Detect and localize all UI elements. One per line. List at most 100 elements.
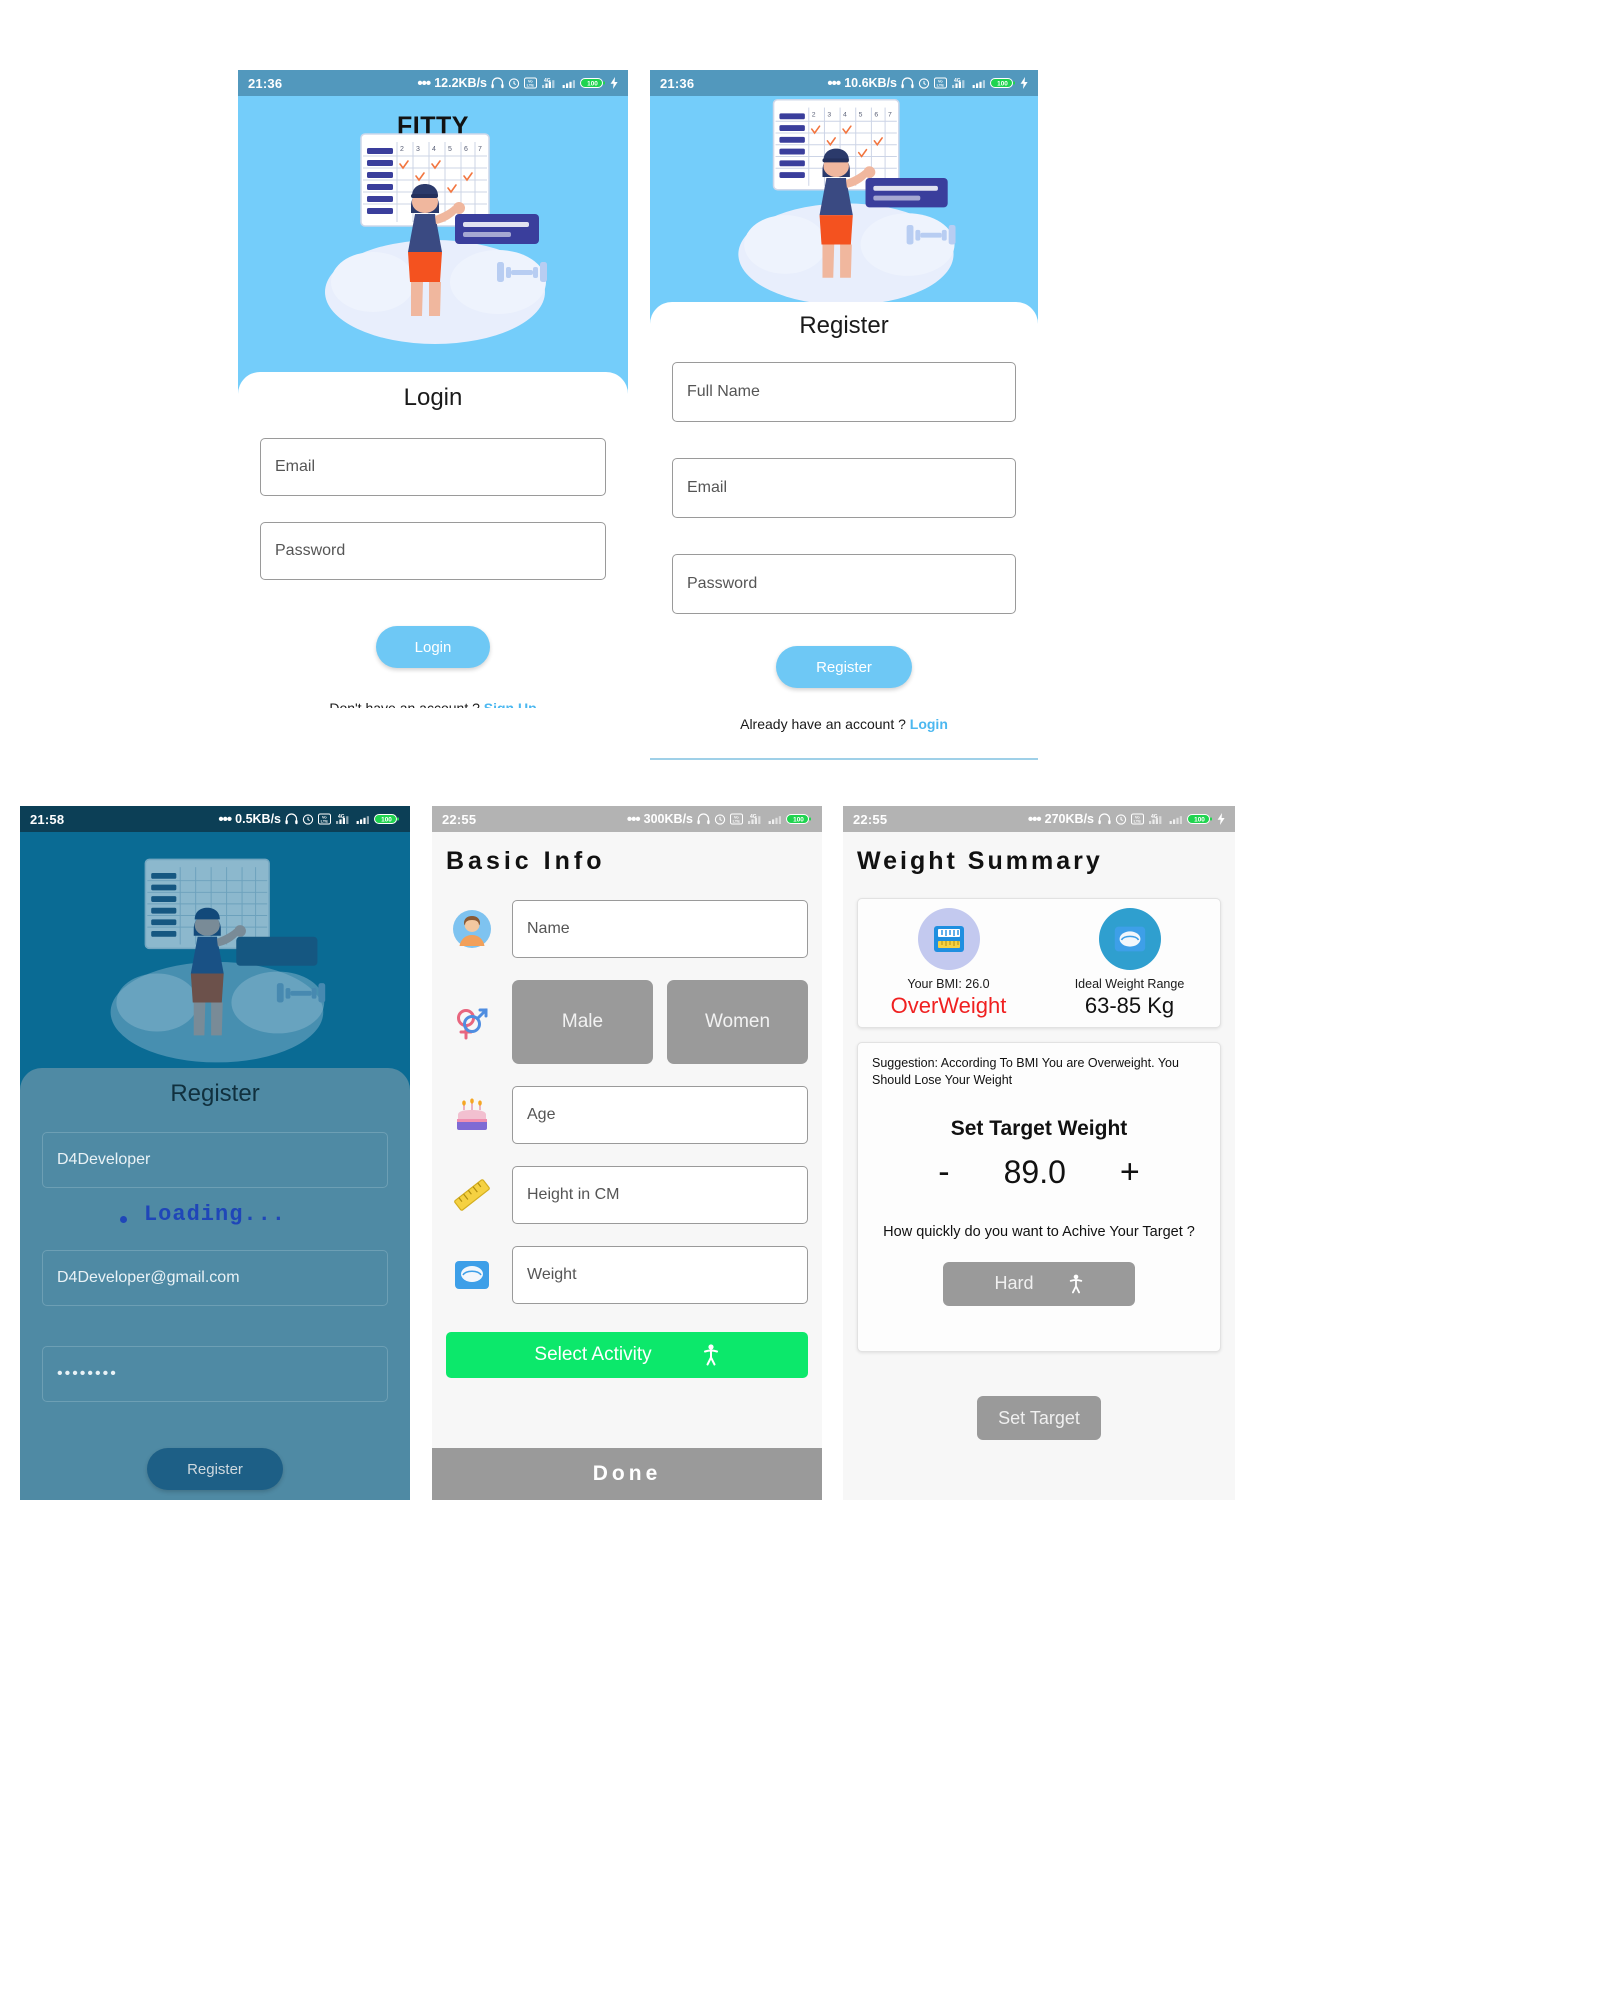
weight-scale-icon (1098, 907, 1161, 970)
svg-text:100: 100 (793, 817, 804, 824)
headphones-icon (901, 77, 914, 89)
login-link[interactable]: Login (910, 716, 948, 732)
done-button[interactable]: Done (432, 1448, 822, 1500)
height-input[interactable]: Height in CM (512, 1166, 808, 1224)
register-loading-hero-illustration (20, 832, 410, 1092)
login-button[interactable]: Login (376, 626, 490, 668)
page-title: Login (403, 384, 463, 411)
svg-text:2: 2 (400, 146, 404, 153)
alarm-clock-icon (918, 77, 930, 89)
weight-row: Weight (432, 1246, 822, 1304)
screenshot-collage: 21:36 ••• 12.2KB/s Vo LTE 4G 100 FITTY 2… (0, 0, 1600, 2000)
svg-text:100: 100 (997, 81, 1008, 88)
page-title: Register (170, 1080, 260, 1107)
status-dots-icon: ••• (626, 810, 641, 828)
age-input[interactable]: Age (512, 1086, 808, 1144)
headphones-icon (1098, 813, 1111, 825)
alarm-clock-icon (302, 813, 314, 825)
sign-up-link[interactable]: Sign Up (484, 700, 537, 708)
fullname-field[interactable]: D4Developer (42, 1132, 388, 1188)
signal-4g-icon: 4G (747, 813, 764, 825)
suggestion-text: Suggestion: According To BMI You are Ove… (872, 1056, 1179, 1087)
svg-text:LTE: LTE (733, 819, 741, 824)
fitness-chart-illustration: 2 3 4 5 6 7 (325, 133, 547, 344)
scale-icon (446, 1249, 498, 1301)
signal-4g-icon: 4G (541, 77, 558, 89)
svg-text:100: 100 (1194, 817, 1205, 824)
ideal-weight-caption: Ideal Weight Range (1074, 976, 1185, 991)
difficulty-selector-button[interactable]: Hard (943, 1261, 1135, 1306)
battery-icon: 100 (990, 77, 1016, 89)
status-bar: 22:55 ••• 270KB/s Vo LTE 4G 100 (843, 806, 1235, 832)
battery-icon: 100 (374, 813, 400, 825)
bmi-caption: Your BMI: 26.0 (907, 976, 990, 991)
charging-bolt-icon (1217, 813, 1225, 825)
status-dots-icon: ••• (417, 74, 431, 92)
age-row: Age (432, 1086, 822, 1144)
alarm-clock-icon (1115, 813, 1127, 825)
password-field[interactable]: Password (260, 522, 606, 580)
status-dots-icon: ••• (218, 810, 232, 828)
email-field[interactable]: Email (672, 458, 1016, 518)
increment-button[interactable]: + (1120, 1153, 1140, 1192)
gender-women-button[interactable]: Women (667, 980, 808, 1064)
signal-bars-icon (1169, 813, 1183, 825)
volte-icon: Vo LTE (1131, 813, 1144, 825)
svg-text:4: 4 (432, 146, 436, 153)
fitness-chart-illustration (110, 858, 326, 1063)
height-row: Height in CM (432, 1166, 822, 1224)
status-bar: 21:36 ••• 12.2KB/s Vo LTE 4G 100 (238, 70, 628, 96)
register-hero-illustration: 2 3 4 5 6 7 (650, 96, 1038, 326)
email-field[interactable]: D4Developer@gmail.com (42, 1250, 388, 1306)
password-field[interactable]: •••••••• (42, 1346, 388, 1402)
page-title: Register (799, 312, 889, 339)
gender-male-button[interactable]: Male (512, 980, 653, 1064)
fitness-chart-illustration: 2 3 4 5 6 7 (738, 98, 956, 306)
svg-text:LTE: LTE (527, 83, 535, 88)
bmi-block: Your BMI: 26.0 OverWeight (858, 907, 1039, 1019)
login-form-sheet: Login Email Password Login Don't have an… (238, 372, 628, 708)
svg-text:LTE: LTE (321, 819, 329, 824)
signal-4g-icon: 4G (335, 813, 352, 825)
status-time: 21:36 (660, 75, 695, 91)
status-bar: 22:55 ••• 300KB/s Vo LTE 4G 100 (432, 806, 822, 832)
password-field[interactable]: Password (672, 554, 1016, 614)
bmi-summary-card: Your BMI: 26.0 OverWeight Ideal Weight R… (857, 898, 1221, 1028)
weight-input[interactable]: Weight (512, 1246, 808, 1304)
email-field[interactable]: Email (260, 438, 606, 496)
status-time: 21:58 (30, 811, 65, 827)
gender-icon (446, 996, 498, 1048)
alarm-clock-icon (714, 813, 726, 825)
decrement-button[interactable]: - (938, 1153, 949, 1192)
headphones-icon (285, 813, 298, 825)
speed-question-label: How quickly do you want to Achive Your T… (883, 1223, 1195, 1240)
set-target-button[interactable]: Set Target (977, 1396, 1101, 1440)
alarm-clock-icon (508, 77, 520, 89)
charging-bolt-icon (610, 77, 618, 89)
svg-text:3: 3 (827, 111, 831, 118)
svg-text:3: 3 (416, 146, 420, 153)
loading-dot-icon (120, 1216, 127, 1223)
select-activity-button[interactable]: Select Activity (446, 1332, 808, 1378)
register-button[interactable]: Register (776, 646, 912, 688)
battery-icon: 100 (1187, 813, 1213, 825)
status-time: 22:55 (442, 811, 477, 827)
status-dots-icon: ••• (827, 74, 841, 92)
name-input[interactable]: Name (512, 900, 808, 958)
register-button[interactable]: Register (147, 1448, 283, 1490)
svg-text:100: 100 (381, 817, 392, 824)
signal-bars-icon (768, 813, 782, 825)
svg-text:100: 100 (587, 81, 598, 88)
battery-icon: 100 (786, 813, 812, 825)
login-footnote-text: Already have an account ? (740, 716, 906, 732)
fullname-field[interactable]: Full Name (672, 362, 1016, 422)
birthday-cake-icon (446, 1089, 498, 1141)
phone-weight-summary-screen: 22:55 ••• 270KB/s Vo LTE 4G 100 Weight Su… (843, 806, 1235, 1500)
phone-register-loading-screen: 21:58 ••• 0.5KB/s Vo LTE 4G 100 Register… (20, 806, 410, 1500)
svg-text:2: 2 (812, 111, 816, 118)
volte-icon: Vo LTE (318, 813, 331, 825)
status-dots-icon: ••• (1027, 810, 1042, 828)
phone-login-screen: 21:36 ••• 12.2KB/s Vo LTE 4G 100 FITTY 2… (238, 70, 628, 708)
svg-text:5: 5 (859, 111, 863, 118)
accessibility-person-icon (1068, 1274, 1084, 1294)
